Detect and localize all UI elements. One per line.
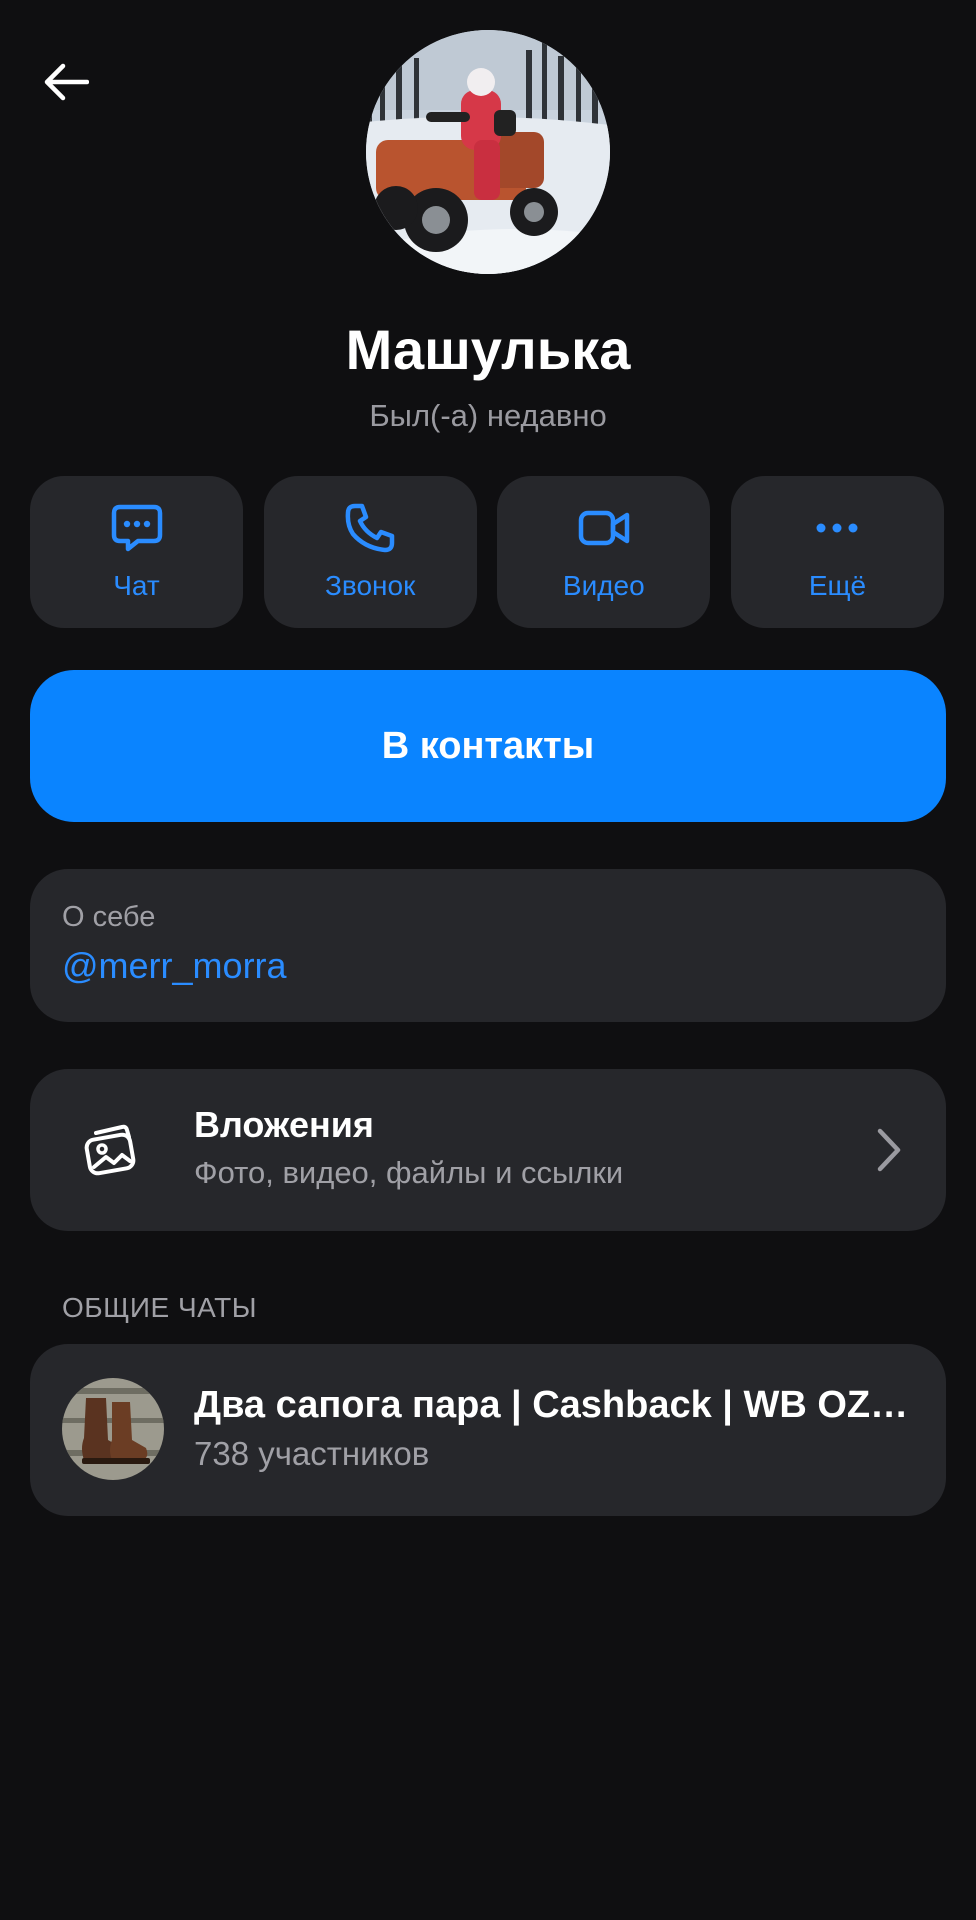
video-button[interactable]: Видео [497, 476, 711, 628]
video-button-label: Видео [562, 570, 645, 601]
chat-member-count: 738 участников [194, 1435, 430, 1472]
chevron-right-icon [877, 1128, 901, 1172]
more-button-label: Ещё [808, 570, 867, 601]
phone-icon [343, 501, 397, 555]
attachments-row[interactable]: Вложения Фото, видео, файлы и ссылки [30, 1069, 946, 1231]
profile-name: Машулька [345, 318, 631, 381]
chat-avatar [62, 1378, 164, 1480]
call-button-label: Звонок [324, 570, 416, 601]
common-chat-item[interactable]: Два сапога пара | Cashback | WB OZON 738… [30, 1344, 946, 1516]
chat-bubble-icon [110, 501, 164, 555]
about-title: О себе [62, 901, 156, 933]
video-camera-icon [577, 501, 631, 555]
chat-button[interactable]: Чат [30, 476, 243, 628]
chat-title: Два сапога пара | Cashback | WB OZON [194, 1384, 924, 1426]
chat-text: Два сапога пара | Cashback | WB OZON 738… [194, 1382, 924, 1474]
attachments-text: Вложения Фото, видео, файлы и ссылки [194, 1103, 623, 1193]
attachments-title: Вложения [194, 1104, 374, 1145]
action-buttons: Чат Звонок Видео Ещё [30, 476, 944, 628]
more-button[interactable]: Ещё [730, 476, 944, 628]
add-to-contacts-button[interactable]: В контакты [30, 670, 946, 822]
common-chats-section-label: ОБЩИЕ ЧАТЫ [62, 1292, 258, 1323]
chat-button-label: Чат [113, 570, 160, 601]
profile-status: Был(-а) недавно [369, 398, 607, 433]
back-button[interactable] [36, 52, 96, 112]
about-card: О себе @merr_morra [30, 869, 946, 1022]
more-dots-icon [810, 501, 864, 555]
boots-image [62, 1378, 164, 1480]
about-username-link[interactable]: @merr_morra [62, 943, 914, 989]
call-button[interactable]: Звонок [263, 476, 477, 628]
profile-screen: Машулька Был(-а) недавно Чат Звонок Виде… [0, 0, 976, 1920]
avatar-photo [366, 30, 610, 274]
profile-avatar[interactable] [366, 30, 610, 274]
attachments-subtitle: Фото, видео, файлы и ссылки [194, 1155, 624, 1190]
gallery-icon [84, 1124, 136, 1176]
arrow-left-icon [44, 63, 89, 101]
